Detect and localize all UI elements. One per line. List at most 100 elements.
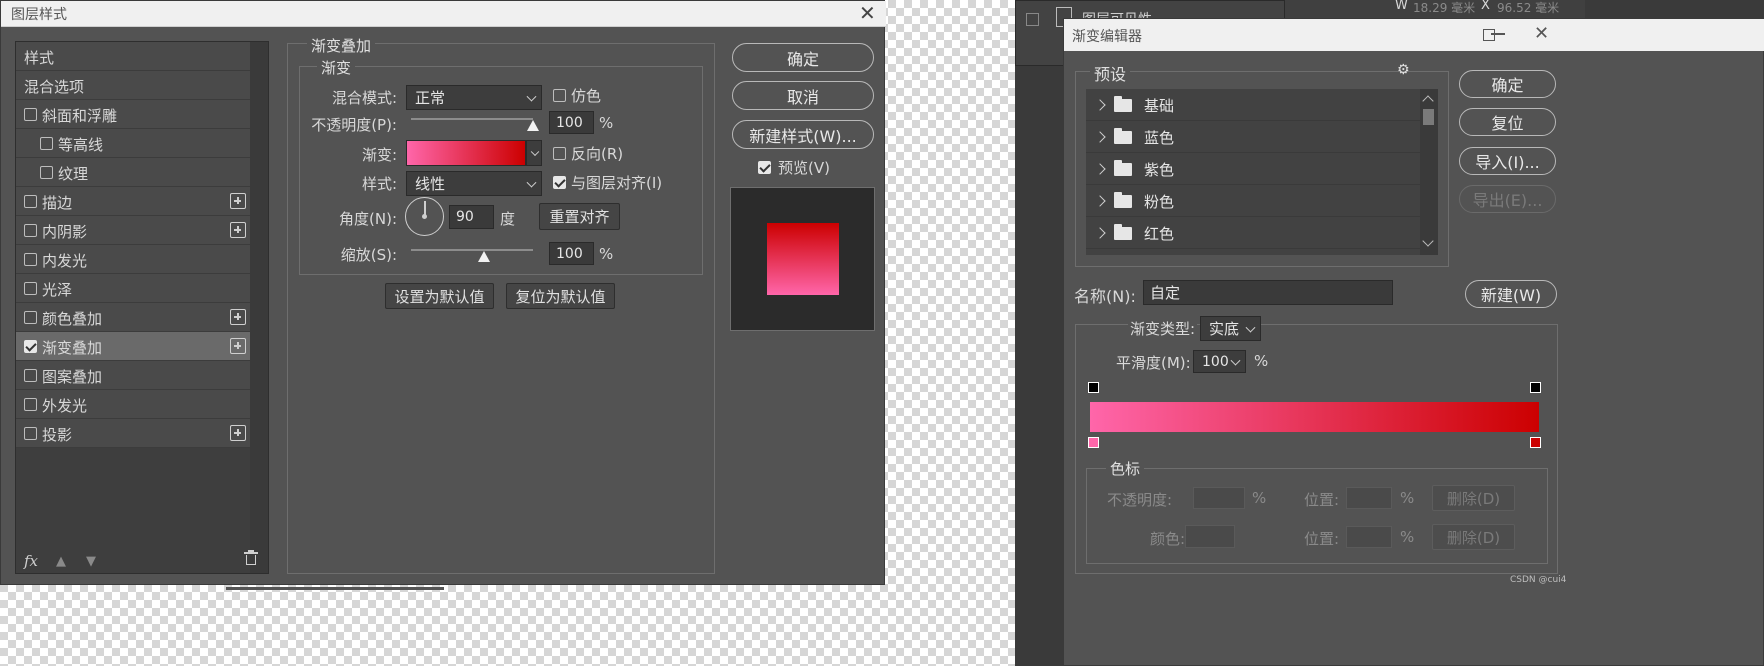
smoothness-select[interactable]: 100 [1193, 350, 1246, 373]
style-item-checkbox[interactable] [24, 195, 37, 208]
gradient-overlay-title: 渐变叠加 [307, 35, 376, 56]
style-item-label: 斜面和浮雕 [42, 107, 118, 125]
editor-reset-button[interactable]: 复位 [1459, 108, 1556, 136]
trash-icon[interactable] [244, 550, 258, 565]
visibility-checkbox[interactable] [1026, 13, 1039, 26]
fx-icon[interactable]: fx [24, 552, 38, 570]
scale-slider-track[interactable] [411, 249, 533, 251]
style-item[interactable]: 描边 [16, 187, 250, 216]
opacity-stop-left[interactable] [1088, 382, 1099, 393]
close-icon[interactable]: ✕ [859, 1, 876, 25]
name-label: 名称(N): [1074, 287, 1136, 306]
style-item[interactable]: 光泽 [16, 274, 250, 303]
new-gradient-button[interactable]: 新建(W) [1465, 280, 1557, 308]
reverse-checkbox[interactable] [553, 147, 566, 160]
maximize-icon[interactable] [1483, 29, 1495, 41]
preview-checkbox[interactable] [758, 161, 771, 174]
style-item[interactable]: 颜色叠加 [16, 303, 250, 332]
add-effect-icon[interactable] [230, 222, 246, 238]
align-checkbox[interactable] [553, 176, 566, 189]
color-position-input[interactable] [1346, 526, 1392, 548]
chevron-right-icon[interactable] [1094, 99, 1106, 111]
preset-folder[interactable]: 紫色 [1086, 154, 1420, 185]
opacity-input[interactable]: 100 [549, 111, 594, 134]
chevron-right-icon[interactable] [1094, 227, 1106, 239]
style-item[interactable]: 内发光 [16, 245, 250, 274]
style-item-checkbox[interactable] [24, 340, 37, 353]
style-list-header[interactable]: 样式 [16, 42, 250, 71]
style-item-checkbox[interactable] [24, 427, 37, 440]
add-effect-icon[interactable] [230, 425, 246, 441]
style-item-checkbox[interactable] [40, 166, 53, 179]
style-item-checkbox[interactable] [24, 108, 37, 121]
gear-icon[interactable]: ⚙ [1397, 62, 1410, 78]
presets-list: 基础 蓝色 紫色 粉色 红色 [1086, 89, 1438, 255]
move-down-icon[interactable]: ▼ [86, 554, 96, 569]
reset-align-button[interactable]: 重置对齐 [539, 203, 620, 230]
name-input[interactable]: 自定 [1143, 280, 1393, 305]
style-item-checkbox[interactable] [24, 224, 37, 237]
style-item[interactable]: 内阴影 [16, 216, 250, 245]
gradient-bar[interactable] [1090, 402, 1539, 432]
style-item-checkbox[interactable] [24, 369, 37, 382]
style-item-checkbox[interactable] [24, 282, 37, 295]
gradient-swatch[interactable] [406, 140, 526, 166]
color-stop-right[interactable] [1530, 437, 1541, 448]
add-effect-icon[interactable] [230, 309, 246, 325]
close-icon[interactable]: ✕ [1534, 23, 1549, 44]
chevron-right-icon[interactable] [1094, 131, 1106, 143]
ok-button[interactable]: 确定 [732, 43, 874, 72]
style-item[interactable]: 等高线 [16, 129, 250, 158]
preset-folder[interactable]: 粉色 [1086, 186, 1420, 217]
style-item[interactable]: 图案叠加 [16, 361, 250, 390]
scale-input[interactable]: 100 [549, 242, 594, 265]
editor-ok-button[interactable]: 确定 [1459, 70, 1556, 98]
color-stop-left[interactable] [1088, 437, 1099, 448]
gradient-dropdown[interactable] [526, 140, 542, 166]
stop-color-swatch[interactable] [1185, 525, 1235, 548]
scale-slider-thumb[interactable] [478, 251, 491, 262]
delete-opacity-stop-button[interactable]: 删除(D) [1432, 485, 1515, 511]
style-select[interactable]: 线性 [406, 171, 542, 196]
new-style-button[interactable]: 新建样式(W)... [732, 120, 874, 149]
opacity-stop-right[interactable] [1530, 382, 1541, 393]
style-list-scrollbar[interactable] [250, 42, 268, 573]
reset-default-button[interactable]: 复位为默认值 [506, 283, 615, 309]
style-item-checkbox[interactable] [24, 253, 37, 266]
angle-input[interactable]: 90 [449, 205, 494, 229]
chevron-right-icon[interactable] [1094, 195, 1106, 207]
angle-dial[interactable] [405, 197, 444, 236]
blend-mode-select[interactable]: 正常 [406, 85, 542, 110]
set-default-button[interactable]: 设置为默认值 [385, 283, 494, 309]
preset-folder[interactable]: 蓝色 [1086, 122, 1420, 153]
presets-scrollbar[interactable] [1420, 89, 1438, 255]
editor-export-button[interactable]: 导出(E)... [1459, 185, 1556, 213]
style-item[interactable]: 纹理 [16, 158, 250, 187]
style-item-checkbox[interactable] [24, 311, 37, 324]
add-effect-icon[interactable] [230, 193, 246, 209]
blend-options-item[interactable]: 混合选项 [16, 71, 250, 100]
style-item[interactable]: 斜面和浮雕 [16, 100, 250, 129]
opacity-slider-track[interactable] [411, 118, 533, 120]
delete-color-stop-button[interactable]: 删除(D) [1432, 524, 1515, 550]
stop-opacity-input[interactable] [1193, 487, 1245, 509]
cancel-button[interactable]: 取消 [732, 81, 874, 110]
preset-folder[interactable]: 基础 [1086, 90, 1420, 121]
fx-label: fx [24, 552, 39, 570]
style-item[interactable]: 外发光 [16, 390, 250, 419]
preset-folder[interactable]: 红色 [1086, 218, 1420, 249]
opacity-slider-thumb[interactable] [527, 120, 539, 131]
style-item[interactable]: 渐变叠加 [16, 332, 250, 361]
style-item-checkbox[interactable] [24, 398, 37, 411]
style-item[interactable]: 投影 [16, 419, 250, 448]
move-up-icon[interactable]: ▲ [56, 554, 66, 569]
add-effect-icon[interactable] [230, 338, 246, 354]
dither-checkbox[interactable] [553, 89, 566, 102]
chevron-right-icon[interactable] [1094, 163, 1106, 175]
editor-import-button[interactable]: 导入(I)... [1459, 147, 1556, 175]
style-value: 线性 [415, 175, 446, 193]
opacity-position-input[interactable] [1346, 487, 1392, 509]
color-position-unit: % [1400, 528, 1415, 546]
style-item-checkbox[interactable] [40, 137, 53, 150]
gradient-type-select[interactable]: 实底 [1200, 316, 1261, 341]
